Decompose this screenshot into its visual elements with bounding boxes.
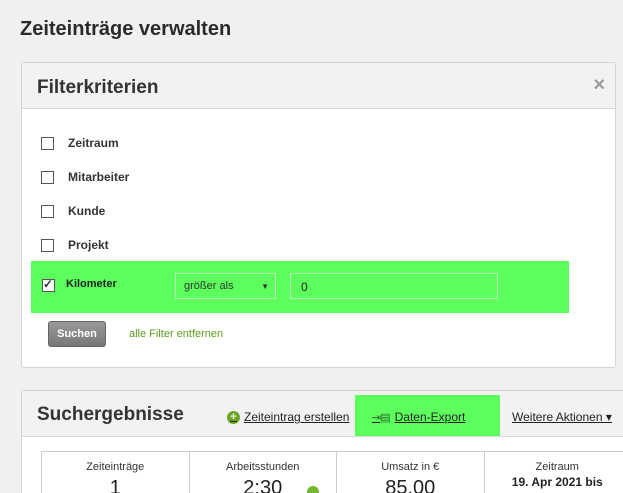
stat-zeiteintraege: Zeiteinträge 1 (41, 451, 189, 493)
filter-panel-title: Filterkriterien (37, 77, 159, 98)
plus-icon: + (227, 410, 240, 424)
projekt-checkbox[interactable] (41, 238, 54, 252)
data-export-link[interactable]: ⇥▤ Daten-Export (372, 410, 465, 424)
search-button[interactable]: Suchen (48, 321, 106, 347)
more-actions-link[interactable]: Weitere Aktionen ▾ (512, 410, 612, 424)
data-export-label: Daten-Export (394, 410, 466, 424)
filter-row-projekt[interactable]: Projekt (41, 238, 109, 252)
status-dot-icon (307, 486, 319, 493)
mitarbeiter-checkbox[interactable] (41, 170, 54, 184)
results-panel-header: Suchergebnisse + Zeiteintrag erstellen ⇥… (22, 391, 623, 437)
filter-panel-header: Filterkriterien × (22, 63, 615, 109)
create-entry-link[interactable]: + Zeiteintrag erstellen (227, 410, 349, 424)
stat-label: Umsatz in € (381, 461, 440, 473)
stat-label: Zeiteinträge (86, 461, 145, 473)
kilometer-label: Kilometer (66, 278, 117, 290)
page-title: Zeiteinträge verwalten (20, 18, 232, 40)
stat-umsatz: Umsatz in € 85,00 (336, 451, 484, 493)
close-icon[interactable]: × (593, 75, 605, 95)
stats-row: Zeiteinträge 1 Arbeitsstunden 2:30 Umsat… (41, 451, 623, 493)
results-panel-title: Suchergebnisse (37, 404, 184, 425)
mitarbeiter-label: Mitarbeiter (68, 170, 130, 184)
operator-select-value: größer als (184, 280, 234, 292)
filter-row-mitarbeiter[interactable]: Mitarbeiter (41, 170, 129, 184)
create-entry-label: Zeiteintrag erstellen (244, 410, 350, 424)
stat-zeitraum: Zeitraum 19. Apr 2021 bis (483, 451, 623, 493)
kilometer-value-input[interactable]: 0 (290, 273, 498, 299)
kilometer-filter-row: Kilometer größer als ▼ 0 (31, 261, 569, 313)
stat-value: 19. Apr 2021 bis (511, 475, 603, 489)
filter-panel: Filterkriterien × Zeitraum Mitarbeiter K… (21, 62, 616, 368)
projekt-label: Projekt (68, 238, 109, 252)
results-panel: Suchergebnisse + Zeiteintrag erstellen ⇥… (21, 390, 623, 493)
chevron-down-icon: ▼ (261, 282, 269, 291)
zeitraum-checkbox[interactable] (41, 136, 54, 150)
stat-value: 1 (109, 477, 121, 493)
stat-label: Arbeitsstunden (226, 461, 300, 473)
kunde-label: Kunde (68, 204, 106, 218)
kunde-checkbox[interactable] (41, 204, 54, 218)
stat-label: Zeitraum (535, 461, 579, 473)
stat-value: 85,00 (385, 477, 436, 493)
filter-row-kunde[interactable]: Kunde (41, 204, 105, 218)
zeitraum-label: Zeitraum (68, 136, 119, 150)
clear-filters-link[interactable]: alle Filter entfernen (129, 328, 223, 340)
filter-row-zeitraum[interactable]: Zeitraum (41, 136, 119, 150)
more-actions-label: Weitere Aktionen ▾ (512, 410, 612, 424)
stat-arbeitsstunden: Arbeitsstunden 2:30 (188, 451, 336, 493)
kilometer-checkbox[interactable] (42, 277, 55, 292)
operator-select[interactable]: größer als ▼ (175, 273, 276, 299)
export-icon: ⇥▤ (372, 411, 391, 424)
